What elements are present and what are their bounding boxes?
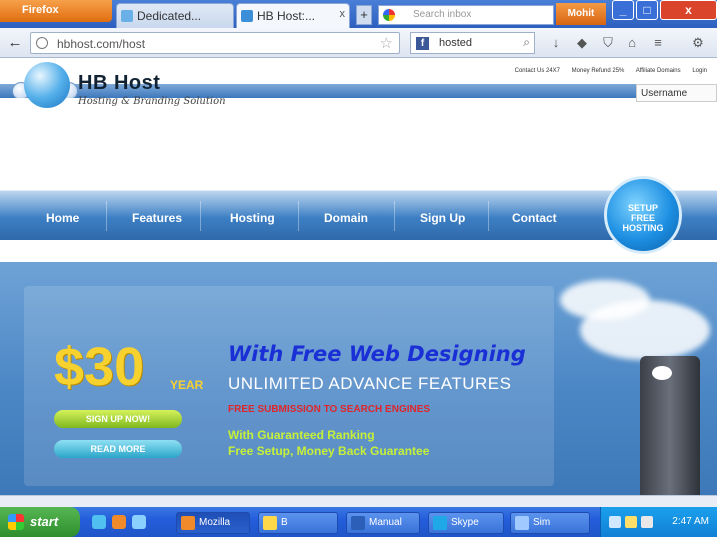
site-logo-subtitle: Hosting & Branding Solution <box>78 96 226 107</box>
horizontal-scrollbar[interactable] <box>0 495 717 507</box>
banner-headline: With Free Web Designing <box>228 342 526 366</box>
security-icon[interactable] <box>625 516 637 528</box>
firefox-icon <box>181 516 195 530</box>
menu-separator <box>394 201 395 231</box>
search-field[interactable]: f hosted ⌕ <box>410 32 535 54</box>
browser-tab-strip: Firefox Dedicated... HB Host:... x + Sea… <box>0 0 717 28</box>
taskbar-item[interactable]: Mozilla <box>176 512 250 534</box>
menu-separator <box>298 201 299 231</box>
bookmark-star-icon[interactable]: ☆ <box>380 34 393 52</box>
taskbar-item-label: Skype <box>451 517 479 528</box>
system-tray: 2:47 AM <box>600 507 717 537</box>
setup-badge-button[interactable]: SETUP FREE HOSTING <box>604 176 682 254</box>
taskbar-item[interactable]: Manual <box>346 512 420 534</box>
download-icon[interactable]: ↓ <box>548 35 564 51</box>
menu-item-hosting[interactable]: Hosting <box>230 211 275 225</box>
firefox-menu-button[interactable]: Firefox <box>0 0 112 22</box>
account-button[interactable]: Mohit <box>556 3 606 25</box>
taskbar-item[interactable]: Sim <box>510 512 590 534</box>
menu-item-home[interactable]: Home <box>46 211 79 225</box>
taskbar-item-label: Sim <box>533 517 551 528</box>
globe-icon <box>36 37 48 49</box>
home-icon[interactable]: ⌂ <box>624 35 640 51</box>
top-link[interactable]: Contact Us 24X7 <box>515 68 560 74</box>
menu-icon[interactable]: ≡ <box>650 35 666 51</box>
quicklaunch-desktop-icon[interactable] <box>132 515 146 529</box>
top-link[interactable]: Login <box>692 68 707 74</box>
taskbar-item-label: Manual <box>369 517 402 528</box>
addon-icon[interactable]: ◆ <box>574 35 590 51</box>
username-field[interactable]: Username <box>636 84 717 102</box>
cloud-decor <box>580 300 710 360</box>
url-bar[interactable]: hbhost.com/host ☆ <box>30 32 400 54</box>
facebook-icon: f <box>416 37 429 50</box>
volume-icon[interactable] <box>641 516 653 528</box>
banner-guarantee-2: Free Setup, Money Back Guarantee <box>228 444 430 458</box>
new-tab-button[interactable]: + <box>356 5 372 25</box>
search-value: hosted <box>439 37 473 49</box>
taskbar-item-label: B <box>281 517 288 528</box>
minimize-button[interactable]: _ <box>612 0 634 20</box>
tab-favicon-icon <box>241 10 253 22</box>
sign-up-now-button[interactable]: SIGN UP NOW! <box>54 410 182 428</box>
windows-taskbar: start Mozilla B Manual Skype Sim 2:47 AM <box>0 507 717 537</box>
tab-label: HB Host:... <box>257 9 316 23</box>
banner-guarantee-1: With Guaranteed Ranking <box>228 428 375 442</box>
tab-close-icon[interactable]: x <box>340 8 346 20</box>
menu-separator <box>488 201 489 231</box>
menu-item-domain[interactable]: Domain <box>324 211 368 225</box>
network-icon[interactable] <box>609 516 621 528</box>
menu-item-features[interactable]: Features <box>132 211 182 225</box>
windows-flag-icon <box>8 514 24 530</box>
taskbar-item-label: Mozilla <box>199 517 231 528</box>
app-icon <box>515 516 529 530</box>
tab-dedicated[interactable]: Dedicated... <box>116 3 234 28</box>
top-link[interactable]: Money Refund 25% <box>572 68 625 74</box>
url-text: hbhost.com/host <box>57 37 146 51</box>
price-text: $30 <box>54 337 145 397</box>
tab-label: Dedicated... <box>137 9 202 23</box>
read-more-button[interactable]: READ MORE <box>54 440 182 458</box>
top-link[interactable]: Affiliate Domains <box>636 68 681 74</box>
clock: 2:47 AM <box>672 516 709 527</box>
search-icon[interactable]: ⌕ <box>523 35 530 50</box>
tab-search-field[interactable]: Search inbox <box>378 5 554 25</box>
settings-icon[interactable]: ⚙ <box>690 35 706 51</box>
tab-search-placeholder: Search inbox <box>413 9 472 20</box>
google-icon <box>383 9 395 21</box>
setup-badge-text: SETUP FREE HOSTING <box>622 203 664 233</box>
taskbar-item[interactable]: B <box>258 512 338 534</box>
tab-hb-host[interactable]: HB Host:... x <box>236 3 350 28</box>
menu-separator <box>106 201 107 231</box>
start-button[interactable]: start <box>0 507 80 537</box>
close-window-button[interactable]: x <box>660 0 717 20</box>
site-logo-title[interactable]: HB Host <box>78 72 160 95</box>
banner-submission: FREE SUBMISSION TO SEARCH ENGINES <box>228 404 431 415</box>
top-links: Contact Us 24X7 Money Refund 25% Affilia… <box>515 68 717 74</box>
back-arrow-icon[interactable]: ← <box>6 34 24 52</box>
document-icon <box>351 516 365 530</box>
tab-favicon-icon <box>121 10 133 22</box>
skype-icon <box>433 516 447 530</box>
server-disc-icon <box>652 366 672 380</box>
maximize-button[interactable]: □ <box>636 0 658 20</box>
taskbar-item[interactable]: Skype <box>428 512 504 534</box>
server-image <box>640 356 700 496</box>
menu-item-sign-up[interactable]: Sign Up <box>420 211 465 225</box>
price-period: YEAR <box>170 378 204 392</box>
banner-features: UNLIMITED ADVANCE FEATURES <box>228 374 512 393</box>
folder-icon <box>263 516 277 530</box>
site-header <box>0 98 717 190</box>
quicklaunch-ie-icon[interactable] <box>92 515 106 529</box>
logo-globe-icon[interactable] <box>24 62 70 108</box>
start-label: start <box>30 514 59 529</box>
navigation-toolbar: ← hbhost.com/host ☆ f hosted ⌕ ↓ ◆ ⛉ ⌂ ≡… <box>0 28 717 58</box>
shield-icon[interactable]: ⛉ <box>600 35 616 51</box>
quicklaunch-firefox-icon[interactable] <box>112 515 126 529</box>
menu-separator <box>200 201 201 231</box>
menu-item-contact[interactable]: Contact <box>512 211 557 225</box>
